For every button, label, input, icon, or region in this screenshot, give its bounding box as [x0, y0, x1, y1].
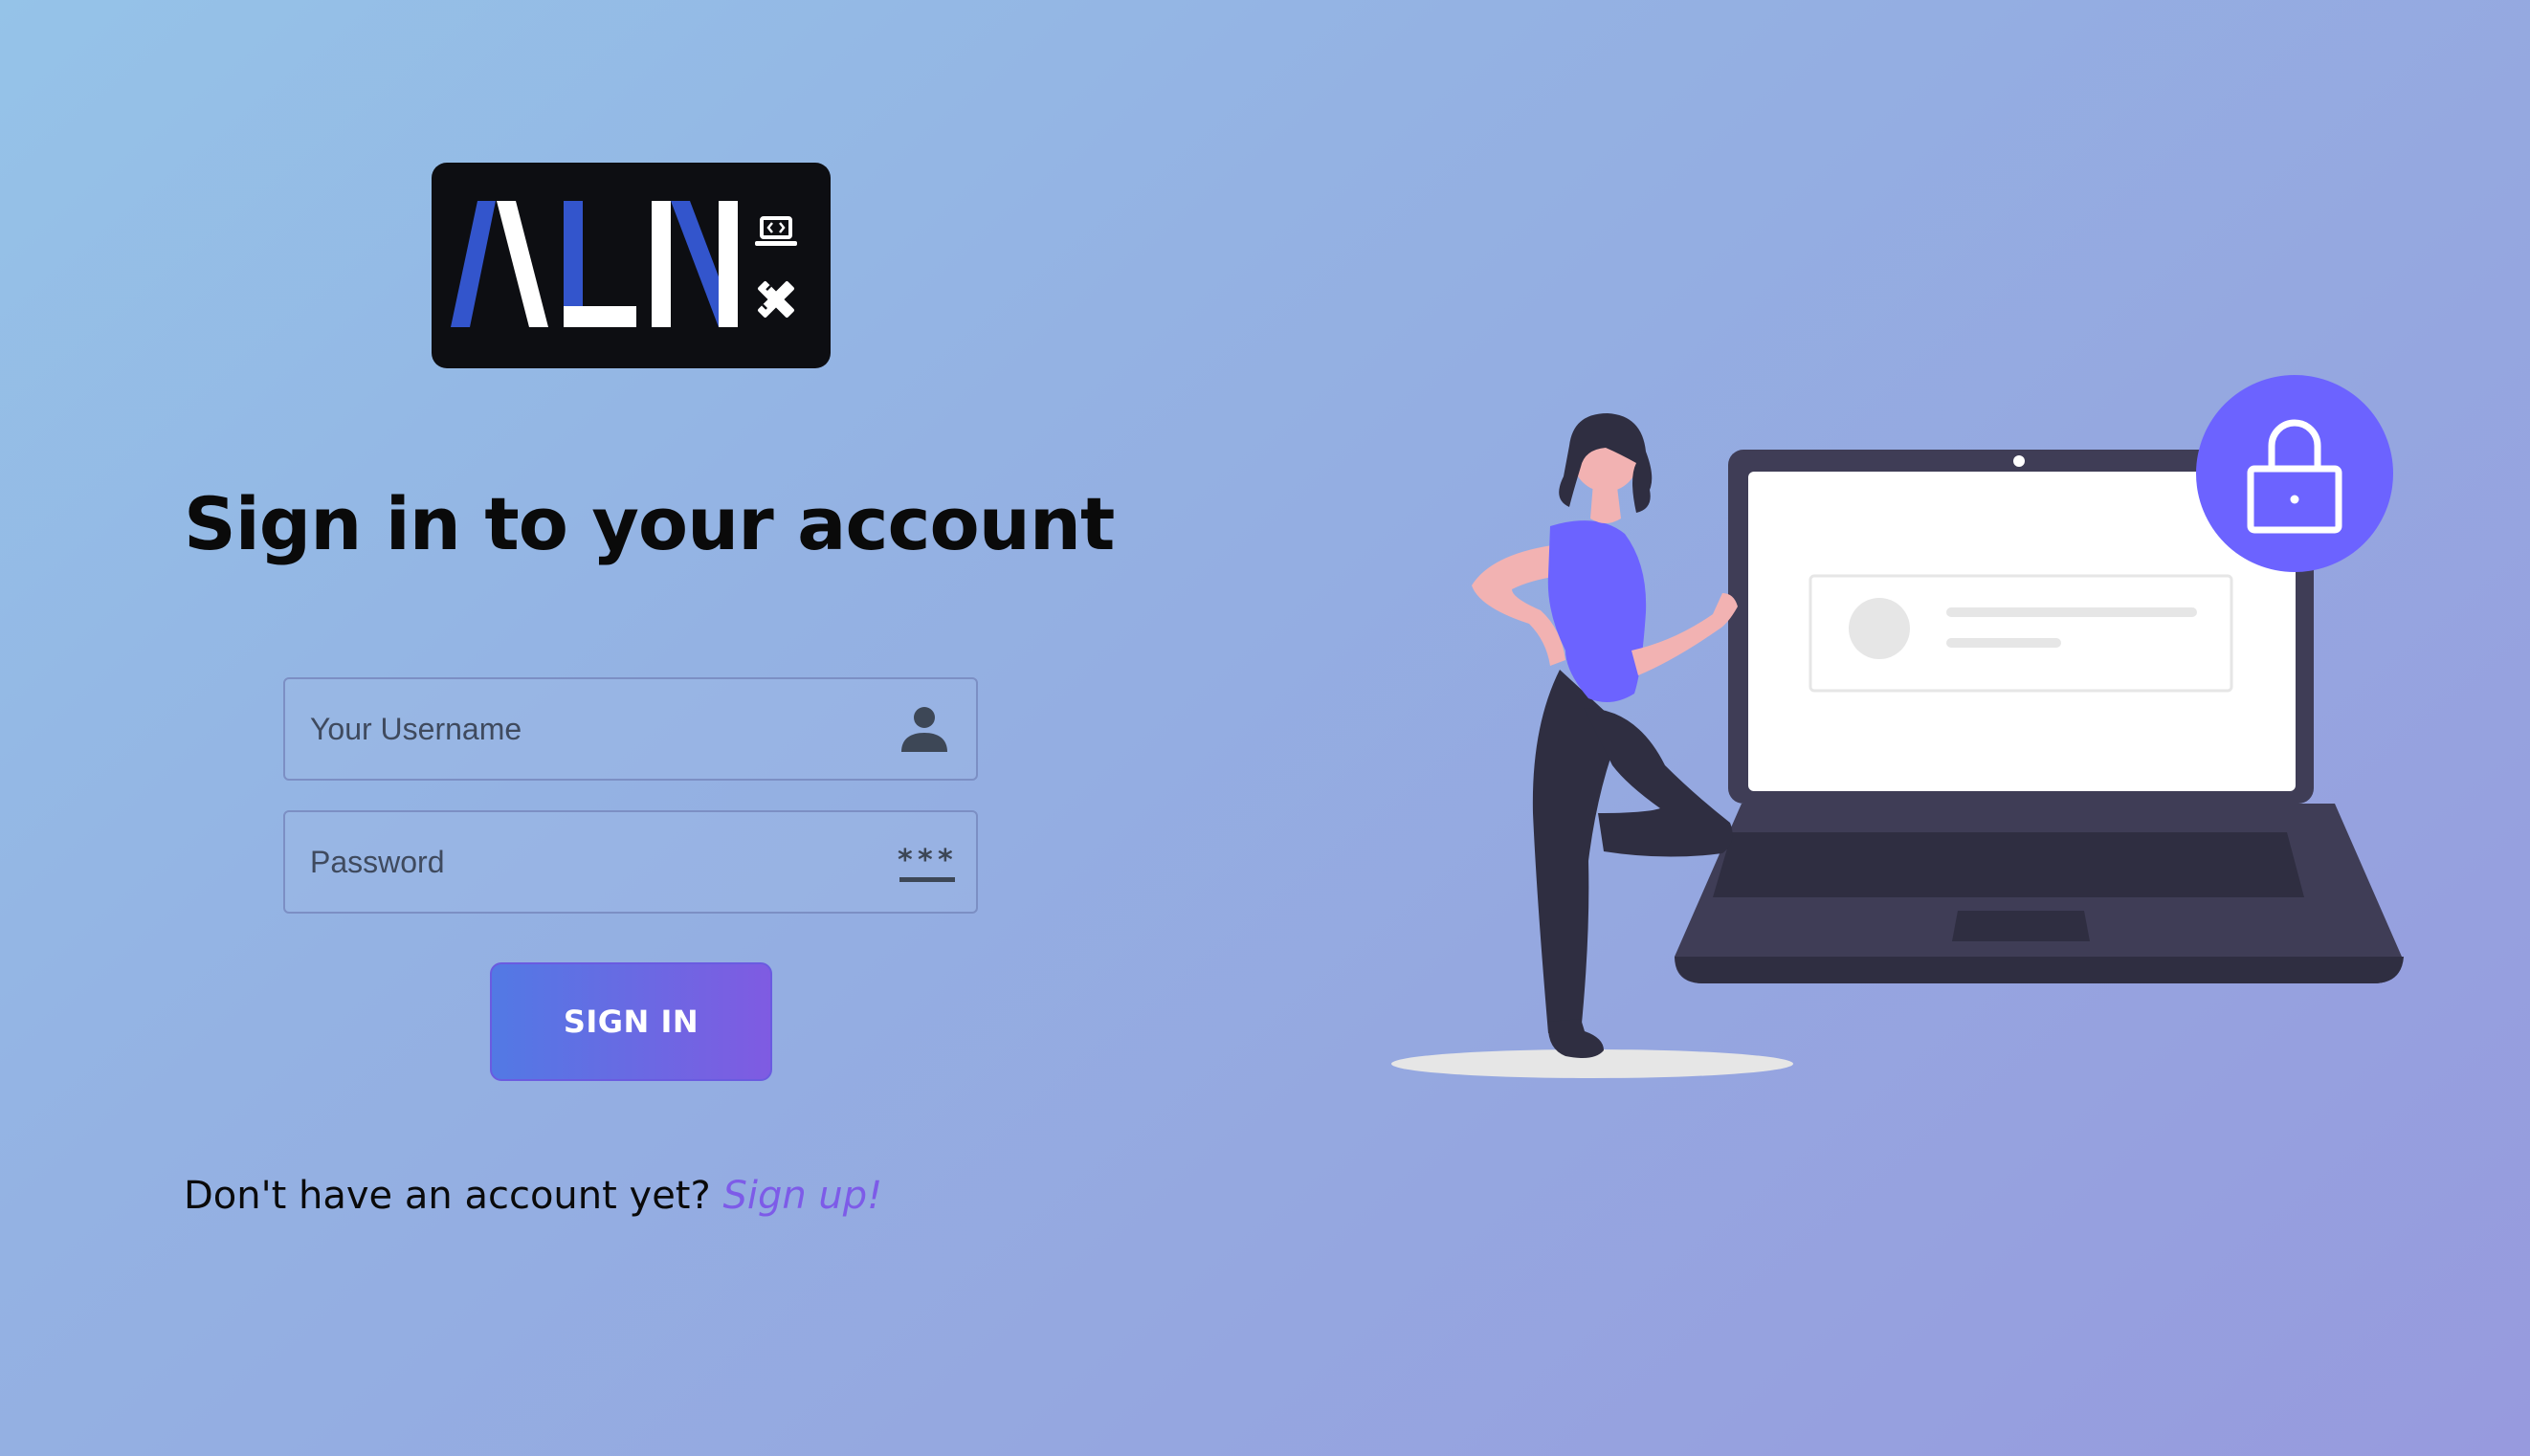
sign-in-button[interactable]: SIGN IN — [490, 962, 772, 1081]
username-field[interactable] — [283, 677, 978, 781]
user-icon — [898, 704, 951, 756]
svg-text:*: * — [918, 844, 933, 877]
password-icon: * * * — [898, 837, 955, 889]
svg-text:*: * — [898, 844, 913, 877]
sign-up-link[interactable]: Sign up! — [722, 1174, 882, 1218]
signup-prompt-text: Don't have an account yet? — [184, 1174, 711, 1218]
page-title: Sign in to your account — [184, 481, 1115, 566]
signup-prompt: Don't have an account yet? Sign up! — [184, 1167, 882, 1224]
lock-icon — [2196, 375, 2393, 572]
logo — [432, 163, 831, 368]
pencil-ruler-icon — [758, 281, 794, 318]
laptop-code-icon — [755, 216, 797, 246]
woman-with-laptop-illustration — [1378, 364, 2411, 1091]
password-input[interactable] — [285, 812, 878, 912]
password-field[interactable]: * * * — [283, 810, 978, 914]
svg-text:*: * — [938, 844, 953, 877]
username-input[interactable] — [285, 679, 878, 779]
